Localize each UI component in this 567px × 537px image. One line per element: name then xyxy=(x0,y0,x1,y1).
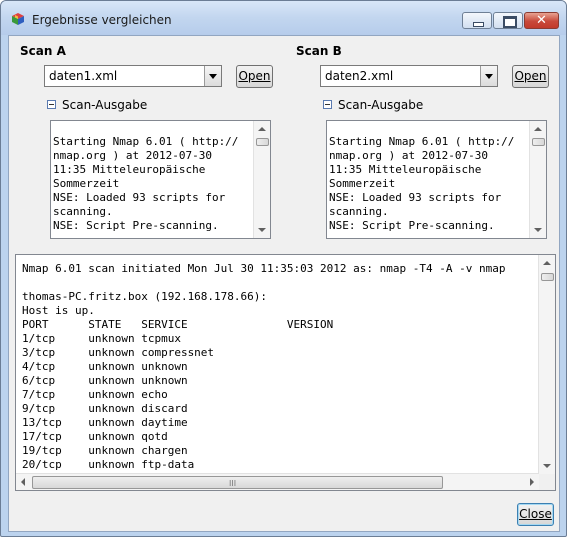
diff-horizontal-scrollbar[interactable]: III xyxy=(16,473,539,490)
scan-a-scrollbar[interactable] xyxy=(253,121,270,238)
window-title: Ergebnisse vergleichen xyxy=(32,13,172,27)
scan-b-open-label: Open xyxy=(514,69,547,83)
grip-icon: III xyxy=(229,479,237,488)
close-icon: ✕ xyxy=(536,13,547,28)
scroll-down-arrow-icon[interactable] xyxy=(543,464,551,468)
close-button-label: Close xyxy=(519,507,552,521)
maximize-button[interactable] xyxy=(493,12,523,29)
scroll-right-arrow-icon[interactable] xyxy=(530,478,534,486)
collapse-icon[interactable] xyxy=(323,100,332,109)
scroll-thumb-horizontal[interactable]: III xyxy=(32,476,443,489)
scan-b-file-select[interactable]: daten2.xml xyxy=(320,65,498,87)
diff-vertical-scrollbar[interactable] xyxy=(538,255,555,474)
minimize-button[interactable] xyxy=(462,12,492,29)
scrollbar-corner xyxy=(539,474,555,490)
scan-b-expander[interactable]: Scan-Ausgabe xyxy=(323,98,423,112)
compare-results-window: Ergebnisse vergleichen ✕ Scan A daten1.x… xyxy=(0,0,567,537)
scroll-up-arrow-icon[interactable] xyxy=(534,127,542,131)
scan-b-scrollbar[interactable] xyxy=(529,121,546,238)
scroll-thumb[interactable] xyxy=(256,138,269,146)
scan-a-file-select[interactable]: daten1.xml xyxy=(44,65,222,87)
scan-b-output-text: Starting Nmap 6.01 ( http:// nmap.org ) … xyxy=(329,135,515,232)
scroll-thumb[interactable] xyxy=(541,273,554,281)
scan-b-file-value: daten2.xml xyxy=(325,69,394,83)
scan-a-output-area[interactable]: Starting Nmap 6.01 ( http:// nmap.org ) … xyxy=(50,120,271,239)
scroll-thumb[interactable] xyxy=(532,138,545,146)
collapse-icon[interactable] xyxy=(47,100,56,109)
scan-b-expander-label: Scan-Ausgabe xyxy=(338,98,424,112)
scan-a-title: Scan A xyxy=(20,44,66,58)
close-window-button[interactable]: ✕ xyxy=(524,12,559,29)
diff-output-area[interactable]: Nmap 6.01 scan initiated Mon Jul 30 11:3… xyxy=(15,254,556,491)
scroll-up-arrow-icon[interactable] xyxy=(543,261,551,265)
scan-a-expander-label: Scan-Ausgabe xyxy=(62,98,148,112)
scan-b-output-area[interactable]: Starting Nmap 6.01 ( http:// nmap.org ) … xyxy=(326,120,547,239)
scroll-down-arrow-icon[interactable] xyxy=(258,228,266,232)
scan-b-open-button[interactable]: Open xyxy=(512,65,549,88)
close-button[interactable]: Close xyxy=(517,503,554,526)
scroll-up-arrow-icon[interactable] xyxy=(258,127,266,131)
scan-a-open-button[interactable]: Open xyxy=(236,65,273,88)
nmap-cube-icon xyxy=(12,13,24,25)
minimize-icon xyxy=(473,22,484,27)
scan-a-expander[interactable]: Scan-Ausgabe xyxy=(47,98,147,112)
dialog-body: Scan A daten1.xml Open Scan-Ausgabe Star… xyxy=(8,35,560,532)
scan-a-open-label: Open xyxy=(238,69,271,83)
maximize-icon xyxy=(503,16,517,28)
scroll-left-arrow-icon[interactable] xyxy=(21,478,25,486)
scan-a-output-text: Starting Nmap 6.01 ( http:// nmap.org ) … xyxy=(53,135,239,232)
scroll-down-arrow-icon[interactable] xyxy=(534,228,542,232)
scan-a-file-value: daten1.xml xyxy=(49,69,118,83)
chevron-down-icon[interactable] xyxy=(480,66,497,86)
diff-output-text: Nmap 6.01 scan initiated Mon Jul 30 11:3… xyxy=(22,262,506,471)
title-bar[interactable]: Ergebnisse vergleichen ✕ xyxy=(1,1,566,35)
scan-b-title: Scan B xyxy=(296,44,342,58)
chevron-down-icon[interactable] xyxy=(204,66,221,86)
